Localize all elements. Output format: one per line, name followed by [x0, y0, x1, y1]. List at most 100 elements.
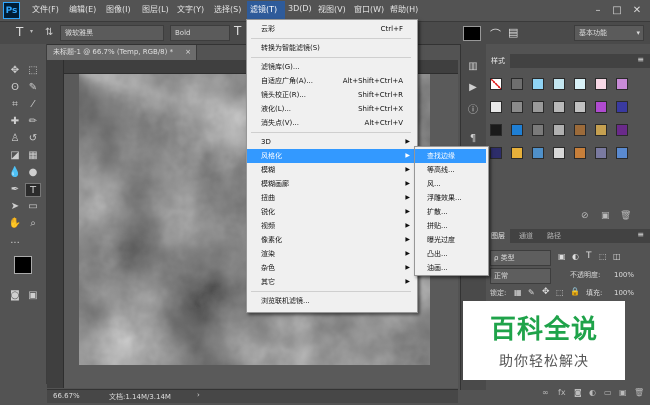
zoom-tool-icon[interactable]: ⌕ [25, 217, 41, 231]
menu-help[interactable]: 帮助(H) [390, 4, 418, 15]
stylize-submenu-item[interactable]: 凸出... [415, 247, 486, 261]
quick-select-tool-icon[interactable]: ✎ [25, 81, 41, 95]
panel-menu-icon[interactable]: ≡ [637, 230, 644, 239]
filter-menu-item[interactable]: 杂色 ▶ [247, 261, 415, 275]
stylize-submenu-item[interactable]: 浮雕效果... [415, 191, 486, 205]
more-tools-icon[interactable]: ··· [7, 237, 23, 251]
filter-adjust-icon[interactable]: ◐ [572, 252, 579, 261]
menu-type[interactable]: 文字(Y) [177, 4, 204, 15]
style-swatch[interactable] [490, 124, 502, 136]
filter-menu-item[interactable]: 液化(L)... Shift+Ctrl+X [247, 102, 415, 116]
style-swatch[interactable] [532, 147, 544, 159]
history-panel-icon[interactable]: ▥ [465, 60, 481, 74]
menu-layer[interactable]: 图层(L) [142, 4, 169, 15]
stylize-submenu-item[interactable]: 曝光过度 [415, 233, 486, 247]
adjustment-layer-icon[interactable]: ◐ [589, 388, 596, 397]
eraser-tool-icon[interactable]: ◪ [7, 149, 23, 163]
opacity-value[interactable]: 100% [614, 268, 634, 282]
dodge-tool-icon[interactable]: ● [25, 166, 41, 180]
zoom-level[interactable]: 66.67% [53, 392, 80, 400]
chevron-down-icon[interactable]: ▾ [30, 28, 33, 35]
new-group-icon[interactable]: ▭ [604, 388, 612, 397]
gradient-tool-icon[interactable]: ▦ [25, 149, 41, 163]
actions-play-icon[interactable]: ▶ [465, 81, 481, 95]
style-swatch[interactable] [574, 78, 586, 90]
blur-tool-icon[interactable]: 💧 [7, 166, 23, 180]
new-style-icon[interactable]: ▣ [601, 211, 610, 221]
style-swatch[interactable] [532, 78, 544, 90]
link-layers-icon[interactable]: ∞ [542, 388, 549, 397]
style-swatch[interactable] [532, 124, 544, 136]
stylize-submenu-item[interactable]: 扩散... [415, 205, 486, 219]
layer-style-icon[interactable]: fx [558, 388, 566, 397]
style-swatch[interactable] [553, 124, 565, 136]
filter-menu-item[interactable]: 渲染 ▶ [247, 247, 415, 261]
filter-menu-item[interactable]: 锐化 ▶ [247, 205, 415, 219]
tab-channels[interactable]: 通道 [514, 229, 538, 243]
filter-shape-icon[interactable]: ⬚ [599, 252, 607, 261]
filter-menu-item[interactable]: 其它 ▶ [247, 275, 415, 289]
lock-transparent-icon[interactable]: ▦ [514, 288, 522, 297]
close-icon[interactable]: × [185, 45, 191, 60]
filter-menu-item[interactable]: 自适应广角(A)... Alt+Shift+Ctrl+A [247, 74, 415, 88]
menu-edit[interactable]: 编辑(E) [69, 4, 96, 15]
marquee-tool-icon[interactable]: ⬚ [25, 64, 41, 78]
menu-select[interactable]: 选择(S) [214, 4, 241, 15]
filter-menu-item[interactable]: 风格化 ▶ [247, 149, 415, 163]
rectangle-tool-icon[interactable]: ▭ [25, 200, 41, 214]
type-tool-icon[interactable]: T [25, 183, 41, 197]
filter-menu-item[interactable]: 像素化 ▶ [247, 233, 415, 247]
filter-menu-item[interactable]: 扭曲 ▶ [247, 191, 415, 205]
filter-menu-item[interactable]: 模糊 ▶ [247, 163, 415, 177]
style-swatch[interactable] [553, 101, 565, 113]
style-swatch[interactable] [553, 78, 565, 90]
chevron-right-icon[interactable]: › [197, 391, 200, 399]
style-swatch[interactable] [532, 101, 544, 113]
lock-position-icon[interactable]: ✥ [542, 287, 550, 297]
filter-menu-item[interactable]: 云彩 Ctrl+F [247, 22, 415, 36]
lock-all-icon[interactable]: 🔒 [570, 287, 580, 296]
style-swatch[interactable] [490, 147, 502, 159]
paragraph-panel-icon[interactable]: ¶ [465, 132, 481, 146]
stamp-tool-icon[interactable]: ♙ [7, 132, 23, 146]
style-swatch[interactable] [574, 124, 586, 136]
filter-menu-item[interactable]: 镜头校正(R)... Shift+Ctrl+R [247, 88, 415, 102]
pen-tool-icon[interactable]: ✒ [7, 183, 23, 197]
style-swatch[interactable] [616, 124, 628, 136]
style-swatch[interactable] [595, 124, 607, 136]
stylize-submenu-item[interactable]: 油画... [415, 261, 486, 275]
move-tool-icon[interactable]: ✥ [7, 64, 23, 78]
warp-text-icon[interactable]: ⌒ [490, 26, 501, 42]
character-panel-icon[interactable]: ▤ [508, 26, 518, 39]
layer-filter-select[interactable]: ρ 类型 [490, 250, 551, 266]
blend-mode-select[interactable]: 正常 [490, 268, 551, 284]
type-tool-icon[interactable]: T [16, 25, 23, 39]
style-swatch[interactable] [490, 78, 502, 90]
stylize-submenu-item[interactable]: 风... [415, 177, 486, 191]
style-swatch[interactable] [511, 124, 523, 136]
menu-view[interactable]: 视图(V) [318, 4, 346, 15]
document-tab[interactable]: 未标题-1 @ 66.7% (Temp, RGB/8) * × [47, 45, 197, 60]
path-select-tool-icon[interactable]: ➤ [7, 200, 23, 214]
trash-icon[interactable]: 🗑 [634, 388, 644, 397]
orientation-icon[interactable]: ⇅ [45, 27, 53, 38]
trash-icon[interactable]: 🗑 [620, 211, 631, 221]
foreground-color-swatch[interactable] [14, 256, 32, 274]
stylize-submenu-item[interactable]: 拼贴... [415, 219, 486, 233]
info-panel-icon[interactable]: ⓘ [465, 104, 481, 118]
filter-menu-item[interactable]: 模糊画廊 ▶ [247, 177, 415, 191]
style-swatch[interactable] [616, 101, 628, 113]
menu-image[interactable]: 图像(I) [106, 4, 131, 15]
close-icon[interactable]: ✕ [631, 5, 643, 16]
brush-tool-icon[interactable]: ✏ [25, 115, 41, 129]
style-swatch[interactable] [511, 147, 523, 159]
fill-value[interactable]: 100% [614, 286, 634, 300]
lock-pixels-icon[interactable]: ✎ [528, 288, 535, 297]
lasso-tool-icon[interactable]: ʘ [7, 81, 23, 95]
workspace-select[interactable]: 基本功能 ▾ [574, 25, 644, 41]
tab-styles[interactable]: 样式 [486, 54, 510, 68]
hand-tool-icon[interactable]: ✋ [7, 217, 23, 231]
filter-smart-icon[interactable]: ◫ [613, 252, 621, 261]
menu-3d[interactable]: 3D(D) [288, 4, 312, 13]
menu-file[interactable]: 文件(F) [32, 4, 59, 15]
